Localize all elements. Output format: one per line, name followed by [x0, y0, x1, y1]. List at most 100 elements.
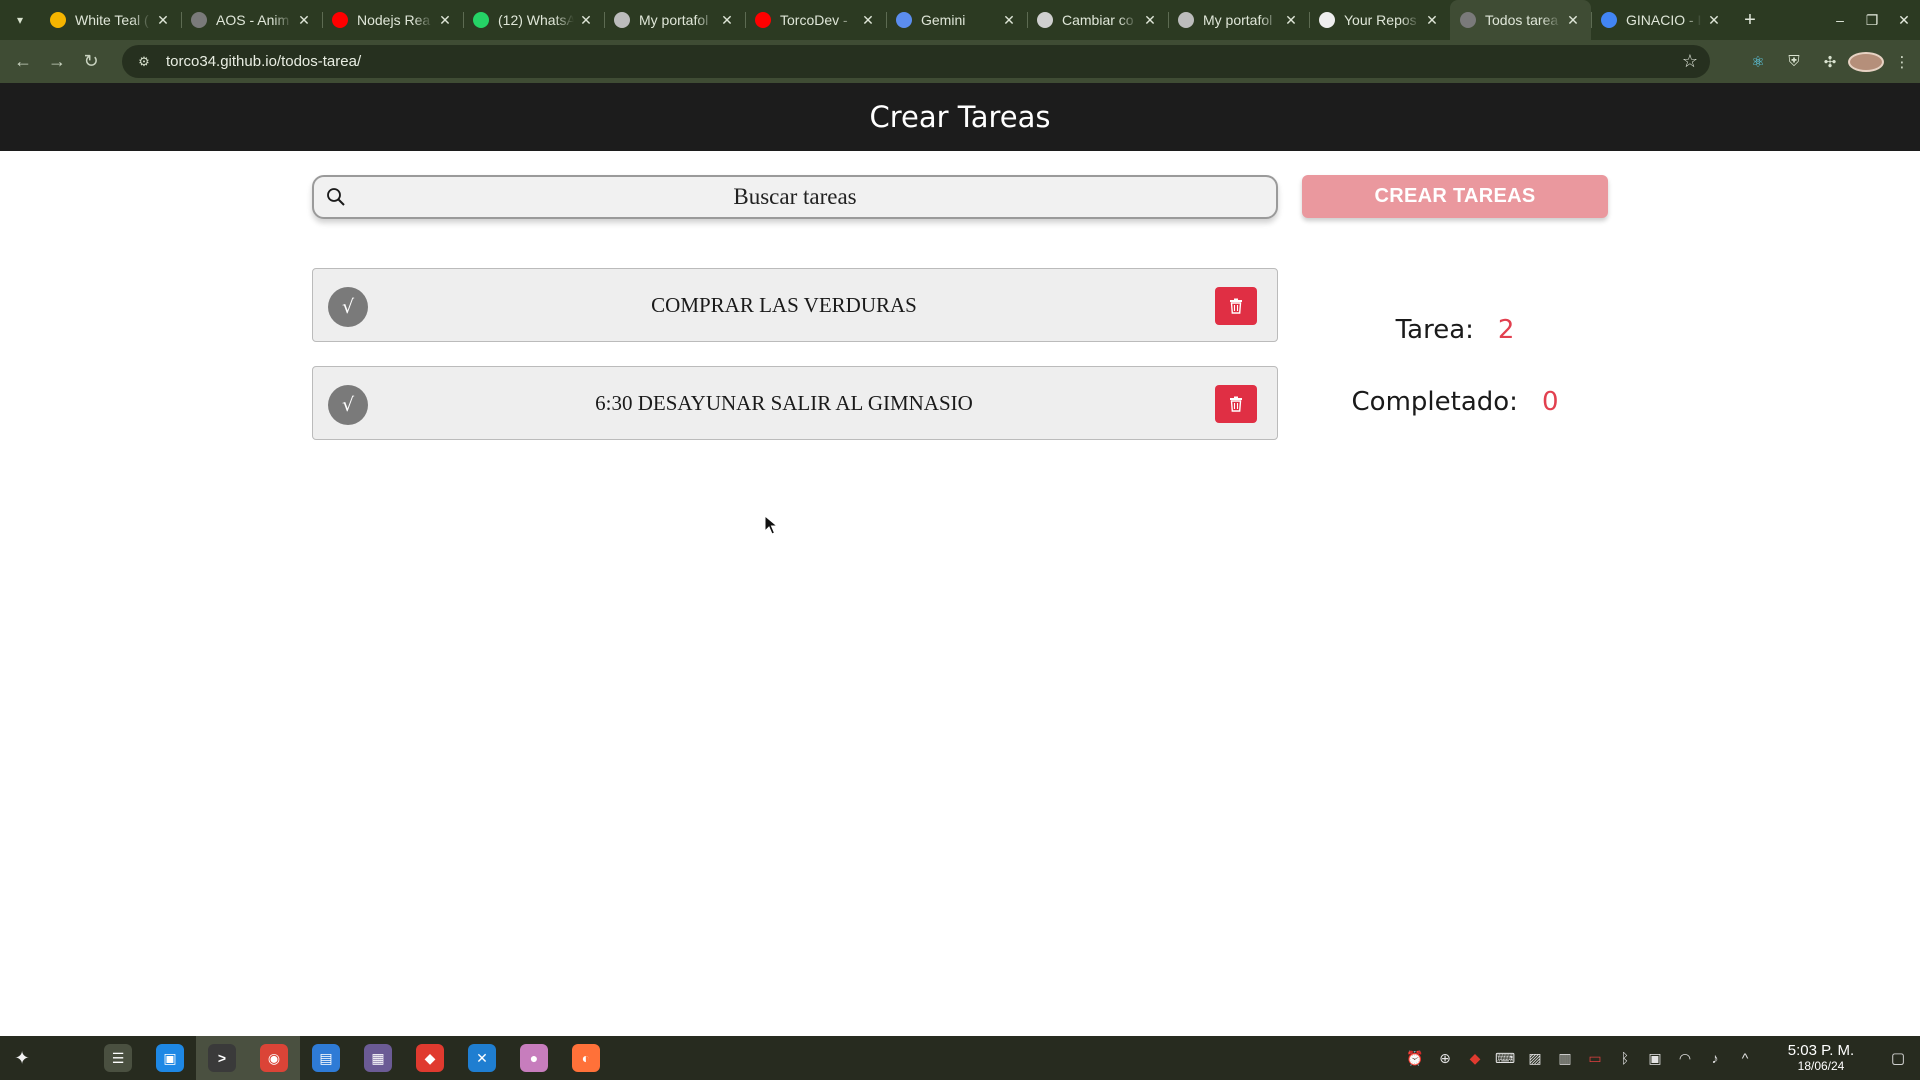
browser-tab[interactable]: TorcoDev - ✕ — [745, 0, 886, 40]
portfolio-icon — [614, 12, 630, 28]
clipboard-icon[interactable]: ▥ — [1550, 1050, 1580, 1067]
completed-label: Completado: — [1351, 387, 1518, 417]
tab-title: TorcoDev - — [780, 12, 848, 28]
delete-trash-icon[interactable] — [1215, 385, 1257, 423]
globe-icon — [1460, 12, 1476, 28]
mouse-cursor-icon — [764, 515, 778, 535]
settings-app-icon[interactable]: ☰ — [92, 1036, 144, 1080]
browser-menu-icon[interactable]: ⋮ — [1884, 53, 1920, 71]
close-tab-icon[interactable]: ✕ — [719, 12, 735, 29]
tab-title: My portafol — [1203, 12, 1273, 28]
browser-tab[interactable]: Cambiar co ✕ — [1027, 0, 1168, 40]
openai-icon — [1037, 12, 1053, 28]
update-icon[interactable]: ⊕ — [1430, 1050, 1460, 1067]
browser-tab[interactable]: Todos tarea ✕ — [1450, 0, 1591, 40]
complete-check-icon[interactable]: √ — [328, 287, 368, 327]
create-task-button[interactable]: CREAR TAREAS — [1302, 175, 1608, 218]
forward-icon[interactable]: → — [40, 45, 74, 79]
whatsapp-icon — [473, 12, 489, 28]
todo-text: 6:30 DESAYUNAR SALIR AL GIMNASIO — [595, 390, 973, 415]
extensions-puzzle-icon[interactable]: ✣ — [1812, 53, 1848, 71]
bluetooth-icon[interactable]: ᛒ — [1610, 1050, 1640, 1066]
gemini-icon — [896, 12, 912, 28]
chat-app-icon[interactable]: ● — [508, 1036, 560, 1080]
minimize-icon[interactable]: – — [1824, 0, 1856, 40]
complete-check-icon[interactable]: √ — [328, 385, 368, 425]
close-tab-icon[interactable]: ✕ — [296, 12, 312, 29]
vscode-app-icon[interactable]: ✕ — [456, 1036, 508, 1080]
browser-tab[interactable]: Gemini ✕ — [886, 0, 1027, 40]
bookmark-star-icon[interactable]: ☆ — [1682, 51, 1698, 72]
close-tab-icon[interactable]: ✕ — [155, 12, 171, 29]
tab-title: GINACIO - I — [1626, 12, 1702, 28]
firefox-app-icon[interactable]: ◐ — [560, 1036, 612, 1080]
browser-tab[interactable]: My portafol ✕ — [604, 0, 745, 40]
settings-app-glyph: ☰ — [104, 1044, 132, 1072]
files-app-icon[interactable]: ▤ — [300, 1036, 352, 1080]
delete-trash-icon[interactable] — [1215, 287, 1257, 325]
app-launcher-icon[interactable]: ✦ — [0, 1036, 44, 1080]
portfolio-icon — [1178, 12, 1194, 28]
trash-icon — [1230, 298, 1242, 314]
wifi-icon[interactable]: ◠ — [1670, 1050, 1700, 1067]
browser-tab[interactable]: GINACIO - I ✕ — [1591, 0, 1732, 40]
maximize-icon[interactable]: ❐ — [1856, 0, 1888, 40]
browser-tab[interactable]: White Teal (✕ — [40, 0, 181, 40]
search-input[interactable] — [314, 177, 1276, 217]
window-controls: – ❐ ✕ — [1824, 0, 1920, 40]
git-app-icon[interactable]: ◆ — [404, 1036, 456, 1080]
browser-tab[interactable]: Nodejs Rea ✕ — [322, 0, 463, 40]
close-tab-icon[interactable]: ✕ — [578, 12, 594, 29]
tab-title: (12) WhatsA — [498, 12, 574, 28]
browser-tab[interactable]: My portafol ✕ — [1168, 0, 1309, 40]
browser-tab[interactable]: AOS - Anim ✕ — [181, 0, 322, 40]
keyboard-icon[interactable]: ⌨ — [1490, 1050, 1520, 1067]
tab-search-chevron-icon[interactable]: ▾ — [0, 0, 40, 40]
clock[interactable]: 5:03 P. M. 18/06/24 — [1766, 1042, 1876, 1073]
search-icon — [327, 188, 345, 206]
close-tab-icon[interactable]: ✕ — [860, 12, 876, 29]
reload-icon[interactable]: ↻ — [74, 45, 108, 79]
todo-text: COMPRAR LAS VERDURAS — [651, 292, 917, 317]
volume-icon[interactable]: ♪ — [1700, 1050, 1730, 1066]
completed-value: 0 — [1541, 387, 1559, 417]
shield-extension-icon[interactable]: ⛨ — [1776, 53, 1812, 70]
tab-title: Todos tarea — [1485, 12, 1559, 28]
address-bar[interactable]: ⚙ torco34.github.io/todos-tarea/ ☆ — [122, 45, 1710, 78]
video-app-icon[interactable]: ▦ — [352, 1036, 404, 1080]
close-tab-icon[interactable]: ✕ — [1424, 12, 1440, 29]
close-window-icon[interactable]: ✕ — [1888, 0, 1920, 40]
close-tab-icon[interactable]: ✕ — [1706, 12, 1722, 29]
react-devtools-icon[interactable]: ⚛ — [1740, 53, 1776, 71]
terminal-app-icon[interactable]: > — [196, 1036, 248, 1080]
close-tab-icon[interactable]: ✕ — [1283, 12, 1299, 29]
close-tab-icon[interactable]: ✕ — [437, 12, 453, 29]
back-icon[interactable]: ← — [6, 45, 40, 79]
chrome-app-glyph: ◉ — [260, 1044, 288, 1072]
display-icon[interactable]: ▣ — [1640, 1050, 1670, 1067]
tab-title: Gemini — [921, 12, 966, 28]
git-tray-icon[interactable]: ◆ — [1460, 1050, 1490, 1067]
battery-icon[interactable]: ▭ — [1580, 1050, 1610, 1067]
chrome-app-icon[interactable]: ◉ — [248, 1036, 300, 1080]
url-text[interactable]: torco34.github.io/todos-tarea/ — [166, 53, 361, 70]
notifications-bell-icon[interactable]: ⏰ — [1400, 1050, 1430, 1067]
browser-toolbar: ← → ↻ ⚙ torco34.github.io/todos-tarea/ ☆… — [0, 40, 1920, 83]
new-tab-button[interactable]: + — [1732, 0, 1768, 40]
profile-avatar[interactable] — [1848, 51, 1884, 72]
tab-title: Nodejs Rea — [357, 12, 431, 28]
close-tab-icon[interactable]: ✕ — [1001, 12, 1017, 29]
site-info-icon[interactable]: ⚙ — [128, 54, 160, 70]
close-tab-icon[interactable]: ✕ — [1565, 12, 1581, 29]
firefox-app-glyph: ◐ — [572, 1044, 600, 1072]
task-counters: Tarea: 2 Completado: 0 — [1302, 310, 1608, 422]
browser-tab[interactable]: Your Repos ✕ — [1309, 0, 1450, 40]
browser-tab[interactable]: (12) WhatsA ✕ — [463, 0, 604, 40]
tray-expand-icon[interactable]: ^ — [1730, 1050, 1760, 1066]
close-tab-icon[interactable]: ✕ — [1142, 12, 1158, 29]
todo-list: √ COMPRAR LAS VERDURAS √ 6:30 DESAYUNAR SAL… — [312, 268, 1278, 464]
show-desktop-icon[interactable]: ▢ — [1876, 1049, 1920, 1067]
store-app-icon[interactable]: ▣ — [144, 1036, 196, 1080]
screenshot-icon[interactable]: ▨ — [1520, 1050, 1550, 1067]
total-label: Tarea: — [1395, 315, 1474, 345]
